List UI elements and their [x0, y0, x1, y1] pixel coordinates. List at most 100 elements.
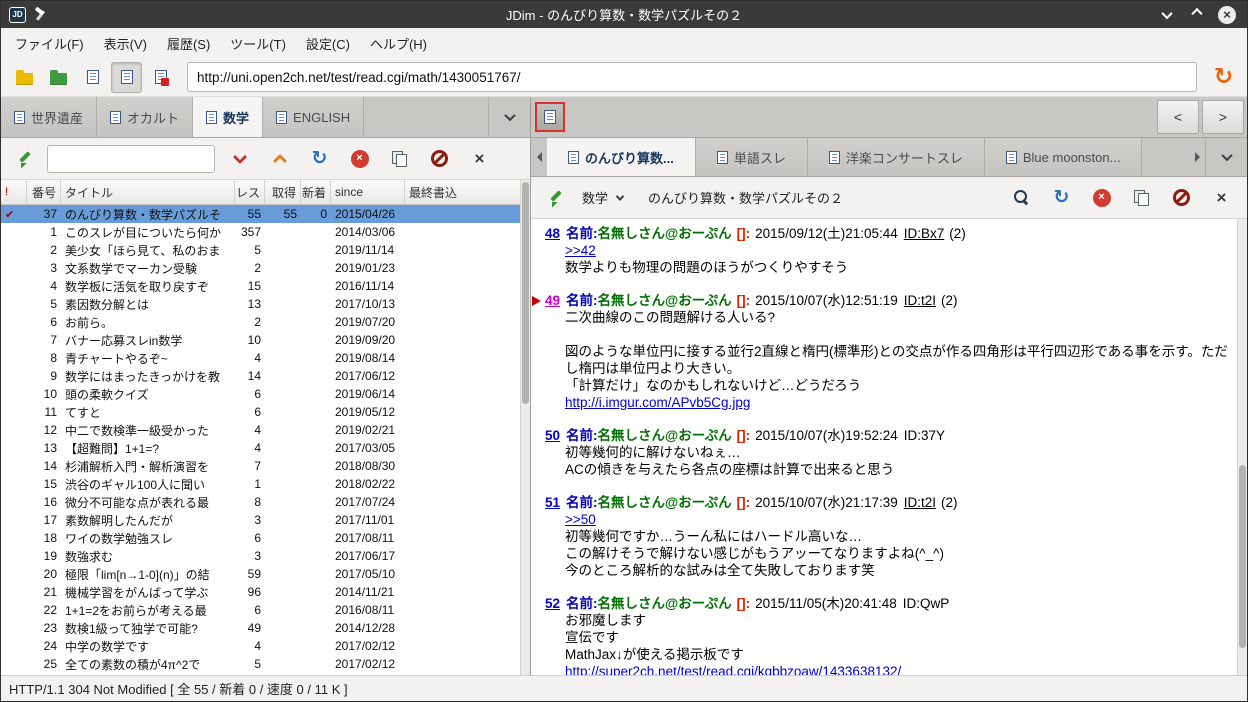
column-header[interactable]: 取得 [265, 180, 301, 204]
bbs-list-button[interactable] [9, 62, 40, 93]
search-down-button[interactable] [224, 143, 255, 174]
board-search-input[interactable] [47, 144, 215, 173]
menu-item[interactable]: 表示(V) [94, 30, 157, 57]
thread-row[interactable]: 13 【超難問】1+1=? 4 2017/03/05 [1, 439, 520, 457]
thread-close-button[interactable]: × [1206, 182, 1237, 213]
thread-row[interactable]: 24 中学の数学です 4 2017/02/12 [1, 637, 520, 655]
thread-tab[interactable]: 洋楽コンサートスレ [807, 138, 985, 176]
board-tab[interactable]: 世界遺産 [1, 97, 98, 137]
post-link[interactable]: >>50 [565, 511, 1229, 528]
write-post-button[interactable] [541, 184, 569, 212]
scrollbar-thumb[interactable] [1239, 465, 1246, 648]
post-number[interactable]: 48 [545, 226, 560, 241]
scrollbar-thumb[interactable] [522, 182, 529, 404]
thread-abone-button[interactable] [1166, 182, 1197, 213]
thread-view-button[interactable] [111, 61, 142, 93]
thread-row[interactable]: 20 極限「lim[n→1-0](n)」の結 59 2017/05/10 [1, 565, 520, 583]
column-header[interactable]: 最終書込 [405, 180, 520, 204]
board-stop-button[interactable]: × [344, 143, 375, 174]
column-header[interactable]: レス [235, 180, 265, 204]
thread-copy-button[interactable] [1126, 182, 1157, 213]
posts-scrollbar[interactable] [1237, 219, 1247, 675]
thread-list-scrollbar[interactable] [520, 180, 530, 675]
poster-name[interactable]: 名無しさん@おーぷん [598, 428, 732, 443]
favorites-button[interactable] [43, 62, 74, 93]
image-view-button[interactable] [145, 62, 176, 93]
column-header[interactable]: タイトル [61, 180, 235, 204]
thread-row[interactable]: 7 バナー応募スレin数学 10 2019/09/20 [1, 331, 520, 349]
post-id[interactable]: ID:37Y [904, 428, 945, 443]
column-header[interactable]: ! [1, 180, 27, 204]
thread-row[interactable]: 2 美少女「ほら見て、私のおま 5 2019/11/14 [1, 241, 520, 259]
thread-reload-button[interactable]: ↻ [1046, 182, 1077, 213]
minimize-button[interactable] [1155, 4, 1179, 26]
board-copy-button[interactable] [384, 143, 415, 174]
thread-row[interactable]: ✔ 37 のんびり算数・数学パズルそ 55 55 0 2015/04/26 [1, 205, 520, 223]
board-reload-button[interactable]: ↻ [304, 143, 335, 174]
thread-row[interactable]: 1 このスレが目についたら何か 357 2014/03/06 [1, 223, 520, 241]
post-link[interactable]: >>42 [565, 242, 1229, 259]
post-number[interactable]: 51 [545, 495, 560, 510]
thread-row[interactable]: 17 素数解明したんだが 3 2017/11/01 [1, 511, 520, 529]
board-tab[interactable]: オカルト [97, 97, 194, 137]
column-header[interactable]: 番号 [27, 180, 61, 204]
tabs-scroll-right-button[interactable] [1189, 138, 1205, 176]
column-header[interactable]: since [331, 180, 405, 204]
menu-item[interactable]: ツール(T) [220, 30, 296, 57]
thread-row[interactable]: 10 頭の柔軟クイズ 6 2019/06/14 [1, 385, 520, 403]
board-view-button[interactable] [77, 62, 108, 93]
thread-row[interactable]: 16 微分不可能な点が表れる最 8 2017/07/24 [1, 493, 520, 511]
tab-next-button[interactable]: > [1202, 100, 1244, 134]
url-input[interactable] [187, 62, 1197, 92]
board-close-button[interactable]: × [464, 143, 495, 174]
thread-stop-button[interactable]: × [1086, 182, 1117, 213]
board-tabs-dropdown-button[interactable] [488, 97, 530, 137]
thread-row[interactable]: 23 数検1級って独学で可能? 49 2014/12/28 [1, 619, 520, 637]
thread-row[interactable]: 12 中二で数検準一級受かった 4 2019/02/21 [1, 421, 520, 439]
reload-button[interactable]: ↻ [1208, 62, 1239, 93]
thread-row[interactable]: 3 文系数学でマーカン受験 2 2019/01/23 [1, 259, 520, 277]
thread-row[interactable]: 4 数学板に活気を取り戻すぞ 15 2016/11/14 [1, 277, 520, 295]
thread-row[interactable]: 15 渋谷のギャル100人に聞い 1 2018/02/22 [1, 475, 520, 493]
thread-row[interactable]: 14 杉浦解析入門・解析演習を 7 2018/08/30 [1, 457, 520, 475]
thread-row[interactable]: 8 青チャートやるぞ~ 4 2019/08/14 [1, 349, 520, 367]
post-number[interactable]: 50 [545, 428, 560, 443]
menu-item[interactable]: 履歴(S) [157, 30, 220, 57]
menu-item[interactable]: ファイル(F) [5, 30, 94, 57]
thread-row[interactable]: 6 お前ら。 2 2019/07/20 [1, 313, 520, 331]
thread-search-button[interactable] [1006, 182, 1037, 213]
thread-row[interactable]: 25 全ての素数の積が4π^2で 5 2017/02/12 [1, 655, 520, 673]
thread-tab[interactable]: のんびり算数... [547, 138, 696, 176]
poster-name[interactable]: 名無しさん@おーぷん [598, 495, 732, 510]
tabs-scroll-left-button[interactable] [531, 138, 547, 176]
post-number[interactable]: 49 [545, 293, 560, 308]
post-id[interactable]: ID:Bx7 [904, 226, 945, 241]
post-link[interactable]: http://super2ch.net/test/read.cgi/kqbbzo… [565, 663, 1229, 675]
thread-row[interactable]: 11 てすと 6 2019/05/12 [1, 403, 520, 421]
board-select-dropdown[interactable]: 数学 [578, 188, 627, 207]
thread-row[interactable]: 18 ワイの数学勉強スレ 6 2017/08/11 [1, 529, 520, 547]
post-id[interactable]: ID:t2I [904, 293, 936, 308]
maximize-button[interactable] [1185, 4, 1209, 26]
post-link[interactable]: http://i.imgur.com/APvb5Cg.jpg [565, 394, 1229, 411]
thread-tab[interactable]: 単語スレ [695, 138, 808, 176]
thread-tabs-dropdown-button[interactable] [1205, 138, 1247, 176]
board-tab[interactable]: ENGLISH [263, 97, 365, 137]
menu-item[interactable]: 設定(C) [296, 30, 360, 57]
board-tab[interactable]: 数学 [193, 97, 264, 137]
post-number[interactable]: 52 [545, 596, 560, 611]
poster-name[interactable]: 名無しさん@おーぷん [598, 293, 732, 308]
thread-row[interactable]: 21 機械学習をがんばって学ぶ 96 2014/11/21 [1, 583, 520, 601]
new-thread-button[interactable] [10, 145, 38, 173]
post-id[interactable]: ID:t2I [904, 495, 936, 510]
board-abone-button[interactable] [424, 143, 455, 174]
poster-name[interactable]: 名無しさん@おーぷん [598, 226, 732, 241]
thread-row[interactable]: 19 数強求む 3 2017/06/17 [1, 547, 520, 565]
thread-row[interactable]: 22 1+1=2をお前らが考える最 6 2016/08/11 [1, 601, 520, 619]
image-tab-icon[interactable] [535, 102, 565, 132]
menu-item[interactable]: ヘルプ(H) [360, 30, 437, 57]
thread-row[interactable]: 9 数学にはまったきっかけを教 14 2017/06/12 [1, 367, 520, 385]
post-id[interactable]: ID:QwP [903, 596, 950, 611]
search-up-button[interactable] [264, 143, 295, 174]
close-window-button[interactable]: × [1215, 4, 1239, 26]
